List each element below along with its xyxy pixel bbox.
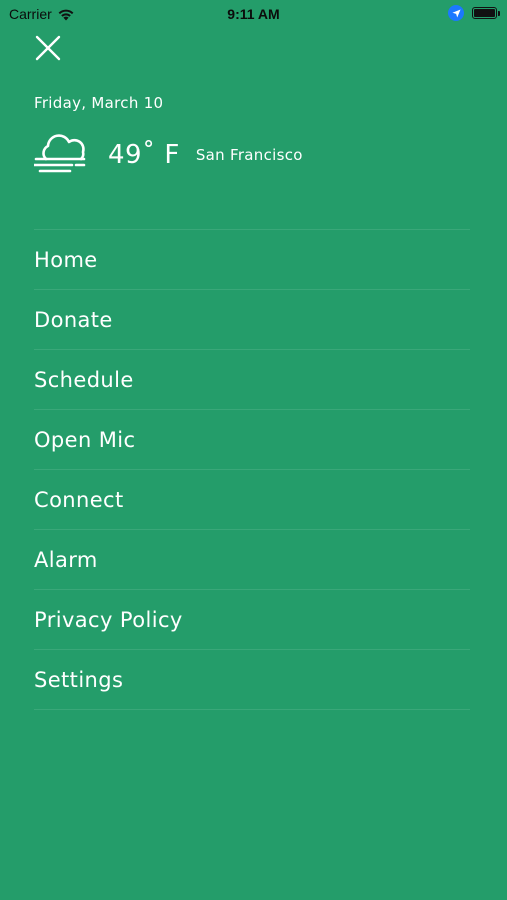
menu-item-home[interactable]: Home: [34, 230, 470, 290]
battery-level: [474, 9, 495, 17]
navigation-menu: Home Donate Schedule Open Mic Connect Al…: [34, 229, 470, 710]
status-bar: Carrier 9:11 AM: [0, 0, 507, 28]
weather-widget: 49˚ F San Francisco: [34, 132, 303, 178]
menu-item-privacy-policy[interactable]: Privacy Policy: [34, 590, 470, 650]
fog-cloud-icon: [34, 134, 86, 173]
close-icon: [35, 35, 61, 61]
temperature: 49˚ F: [108, 140, 180, 170]
battery-icon: [472, 7, 500, 19]
status-right-group: [448, 5, 500, 21]
city-name: San Francisco: [195, 146, 303, 164]
menu-item-schedule[interactable]: Schedule: [34, 350, 470, 410]
menu-item-settings[interactable]: Settings: [34, 650, 470, 710]
menu-item-open-mic[interactable]: Open Mic: [34, 410, 470, 470]
side-menu-screen: Carrier 9:11 AM Friday, March 10 49˚ F S…: [0, 0, 507, 900]
location-icon: [448, 5, 464, 21]
current-date: Friday, March 10: [34, 94, 164, 112]
clock: 9:11 AM: [227, 6, 280, 22]
close-button[interactable]: [32, 32, 64, 64]
menu-item-connect[interactable]: Connect: [34, 470, 470, 530]
menu-item-donate[interactable]: Donate: [34, 290, 470, 350]
menu-item-alarm[interactable]: Alarm: [34, 530, 470, 590]
